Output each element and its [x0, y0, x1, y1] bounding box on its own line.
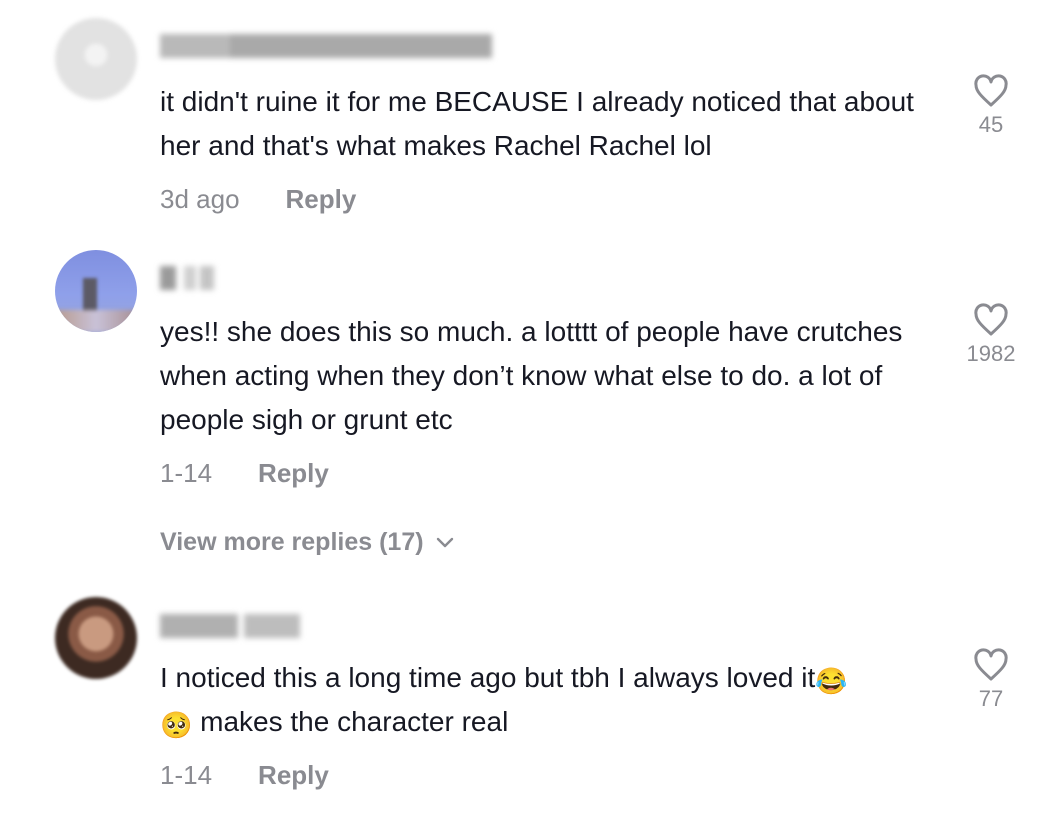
like-count: 77 [978, 686, 1004, 711]
comment-time: 1-14 [160, 458, 213, 488]
view-more-replies-label: View more replies (17) [160, 528, 424, 556]
avatar[interactable] [55, 597, 137, 679]
like-button[interactable]: 77 [951, 648, 1031, 712]
comment-meta: 3d ago Reply [160, 184, 356, 215]
like-count: 1982 [966, 341, 1016, 366]
comment-meta: 1-14 Reply [160, 458, 329, 489]
username-blurred[interactable] [160, 34, 492, 58]
reply-button[interactable]: Reply [258, 458, 329, 488]
reply-button[interactable]: Reply [286, 184, 357, 214]
chevron-down-icon [436, 538, 453, 548]
comment-text: I noticed this a long time ago but tbh I… [160, 656, 930, 744]
username-blurred[interactable] [160, 614, 300, 638]
like-count: 45 [978, 112, 1004, 137]
like-button[interactable]: 1982 [951, 303, 1031, 367]
heart-outline-icon [974, 74, 1008, 107]
heart-outline-icon [974, 303, 1008, 336]
avatar[interactable] [55, 18, 137, 100]
view-more-replies-button[interactable]: View more replies (17) [160, 528, 454, 557]
comment-text-part: I noticed this a long time ago but tbh I… [160, 662, 816, 693]
heart-outline-icon [974, 648, 1008, 681]
avatar[interactable] [55, 250, 137, 332]
comment-text: it didn't ruine it for me BECAUSE I alre… [160, 86, 914, 161]
comment-text: yes!! she does this so much. a lotttt of… [160, 316, 903, 435]
comment-meta: 1-14 Reply [160, 760, 329, 791]
pleading-face-emoji-icon: 🥺 [160, 710, 193, 740]
comment-text-part: makes the character real [192, 706, 509, 737]
comment-time: 1-14 [160, 760, 213, 790]
reply-button[interactable]: Reply [258, 760, 329, 790]
like-button[interactable]: 45 [951, 74, 1031, 138]
tears-of-joy-emoji-icon: 😂 [815, 666, 848, 696]
username-blurred[interactable] [160, 266, 214, 290]
comment-time: 3d ago [160, 184, 240, 214]
